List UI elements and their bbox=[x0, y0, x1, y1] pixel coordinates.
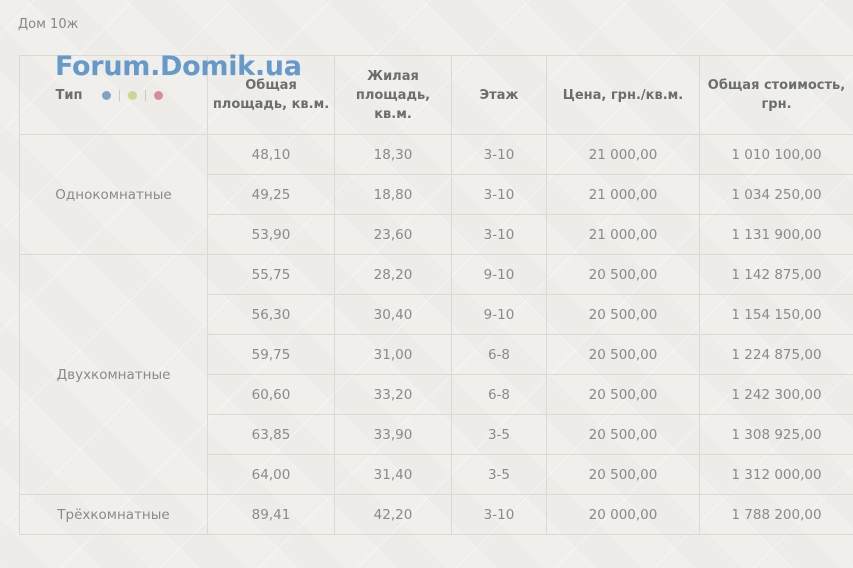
cell-total-cost: 1 224 875,00 bbox=[699, 334, 853, 375]
separator bbox=[119, 89, 121, 101]
cell-price: 20 500,00 bbox=[546, 454, 700, 495]
cell-total-cost: 1 010 100,00 bbox=[699, 134, 853, 175]
cell-floor: 3-5 bbox=[451, 454, 547, 495]
cell-floor: 9-10 bbox=[451, 294, 547, 335]
header-type-label: Тип bbox=[55, 87, 83, 103]
cell-floor: 3-10 bbox=[451, 134, 547, 175]
cell-type: Однокомнатные bbox=[19, 134, 208, 255]
table-row: Трёхкомнатные 89,41 42,20 3-10 20 000,00 1 78… bbox=[19, 494, 853, 535]
cell-price: 20 500,00 bbox=[546, 334, 700, 375]
cell-price: 21 000,00 bbox=[546, 174, 700, 215]
cell-living-area: 31,00 bbox=[334, 334, 452, 375]
cell-total-area: 49,25 bbox=[207, 174, 335, 215]
cell-living-area: 42,20 bbox=[334, 494, 452, 535]
cell-total-area: 89,41 bbox=[207, 494, 335, 535]
header-price: Цена, грн./кв.м. bbox=[546, 55, 700, 135]
cell-total-cost: 1 154 150,00 bbox=[699, 294, 853, 335]
cell-total-area: 60,60 bbox=[207, 374, 335, 415]
cell-price: 20 500,00 bbox=[546, 254, 700, 295]
cell-total-cost: 1 242 300,00 bbox=[699, 374, 853, 415]
cell-total-cost: 1 308 925,00 bbox=[699, 414, 853, 455]
cell-price: 21 000,00 bbox=[546, 134, 700, 175]
yellow-dot-icon bbox=[128, 90, 138, 100]
separator bbox=[145, 89, 147, 101]
cell-total-area: 64,00 bbox=[207, 454, 335, 495]
header-living-area: Жилая площадь, кв.м. bbox=[334, 55, 452, 135]
blue-dot-icon bbox=[102, 90, 112, 100]
cell-total-area: 48,10 bbox=[207, 134, 335, 175]
cell-price: 21 000,00 bbox=[546, 214, 700, 255]
table-row: Однокомнатные 48,10 18,30 3-10 21 000,00 1 01… bbox=[19, 134, 853, 255]
cell-total-cost: 1 131 900,00 bbox=[699, 214, 853, 255]
cell-total-cost: 1 788 200,00 bbox=[699, 494, 853, 535]
cell-price: 20 500,00 bbox=[546, 294, 700, 335]
cell-living-area: 33,90 bbox=[334, 414, 452, 455]
cell-floor: 3-10 bbox=[451, 494, 547, 535]
cell-total-cost: 1 142 875,00 bbox=[699, 254, 853, 295]
cell-living-area: 18,30 bbox=[334, 134, 452, 175]
cell-living-area: 31,40 bbox=[334, 454, 452, 495]
header-total-area: Общая площадь, кв.м. bbox=[207, 55, 335, 135]
cell-total-cost: 1 034 250,00 bbox=[699, 174, 853, 215]
header-total-cost: Общая стоимость, грн. bbox=[699, 55, 853, 135]
house-caption: Дом 10ж bbox=[18, 17, 79, 32]
cell-price: 20 500,00 bbox=[546, 374, 700, 415]
cell-total-area: 63,85 bbox=[207, 414, 335, 455]
cell-floor: 3-10 bbox=[451, 174, 547, 215]
cell-total-cost: 1 312 000,00 bbox=[699, 454, 853, 495]
cell-living-area: 33,20 bbox=[334, 374, 452, 415]
pink-dot-icon bbox=[154, 90, 164, 100]
table-header-row: Тип Общая площадь, кв.м. Жилая площадь, … bbox=[19, 55, 853, 135]
cell-floor: 6-8 bbox=[451, 374, 547, 415]
table-body: Однокомнатные 48,10 18,30 3-10 21 000,00 1 01… bbox=[19, 134, 853, 535]
cell-price: 20 500,00 bbox=[546, 414, 700, 455]
cell-type: Двухкомнатные bbox=[19, 254, 208, 495]
cell-floor: 6-8 bbox=[451, 334, 547, 375]
cell-living-area: 28,20 bbox=[334, 254, 452, 295]
cell-type: Трёхкомнатные bbox=[19, 494, 208, 535]
header-type: Тип bbox=[19, 55, 208, 135]
cell-floor: 9-10 bbox=[451, 254, 547, 295]
header-floor: Этаж bbox=[451, 55, 547, 135]
cell-total-area: 56,30 bbox=[207, 294, 335, 335]
cell-living-area: 18,80 bbox=[334, 174, 452, 215]
apartments-table: Тип Общая площадь, кв.м. Жилая площадь, … bbox=[19, 55, 853, 535]
cell-total-area: 55,75 bbox=[207, 254, 335, 295]
cell-floor: 3-5 bbox=[451, 414, 547, 455]
table-row: Двухкомнатные 55,75 28,20 9-10 20 500,00 1 14… bbox=[19, 254, 853, 495]
cell-total-area: 53,90 bbox=[207, 214, 335, 255]
cell-price: 20 000,00 bbox=[546, 494, 700, 535]
cell-living-area: 30,40 bbox=[334, 294, 452, 335]
cell-total-area: 59,75 bbox=[207, 334, 335, 375]
cell-living-area: 23,60 bbox=[334, 214, 452, 255]
cell-floor: 3-10 bbox=[451, 214, 547, 255]
